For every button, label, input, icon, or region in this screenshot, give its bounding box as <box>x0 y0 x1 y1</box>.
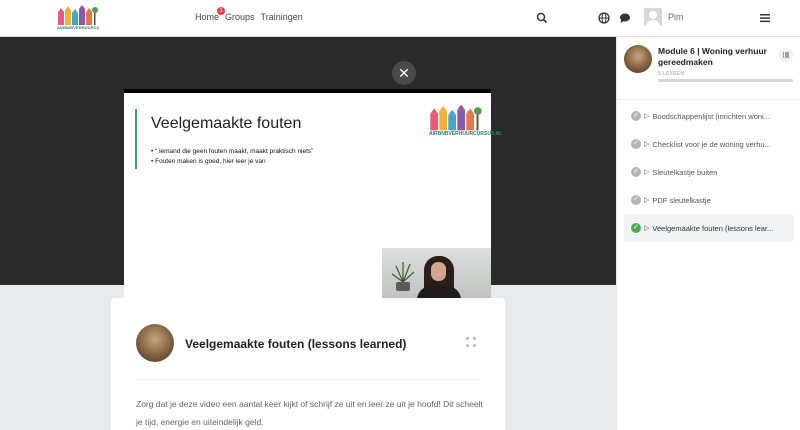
check-icon: ✓ <box>631 111 641 121</box>
lesson-item-label: Boodschappenlijst (inrichten woni... <box>652 111 770 121</box>
nav-home-label: Home <box>195 12 220 22</box>
lesson-item-label: PDF sleutelkastje <box>652 195 711 205</box>
lesson-description: Zorg dat je deze video een aantal keer k… <box>136 399 483 427</box>
list-icon[interactable] <box>779 48 793 62</box>
globe-icon[interactable] <box>598 12 610 24</box>
search-icon[interactable] <box>536 12 548 24</box>
module-sidebar: Module 6 | Woning verhuur gereedmaken 5 … <box>616 37 800 430</box>
video-player[interactable]: Veelgemaakte fouten “ iemand die geen fo… <box>124 89 502 310</box>
nav-trainingen[interactable]: Trainingen <box>261 12 303 22</box>
check-icon: ✓ <box>631 167 641 177</box>
video-area: ✕ Veelgemaakte fouten “ iemand die geen … <box>0 37 616 310</box>
lesson-item[interactable]: ✓ ▷ Boodschappenlijst (inrichten woni... <box>624 102 794 130</box>
lesson-item-label: Veelgemaakte fouten (lessons lear... <box>652 223 774 233</box>
houses-logo-icon <box>58 5 98 25</box>
module-title: Module 6 | Woning verhuur gereedmaken <box>658 46 767 67</box>
module-progress-bar <box>658 79 793 82</box>
slide-brand: AIRBNBVERHUURCURSUS.NL <box>429 131 503 137</box>
lesson-list: ✓ ▷ Boodschappenlijst (inrichten woni...… <box>624 102 794 242</box>
author-avatar <box>136 324 174 362</box>
hamburger-menu-icon[interactable] <box>759 12 771 24</box>
expand-icon[interactable] <box>464 335 478 349</box>
slide-bullets: “ iemand die geen fouten maakt, maakt pr… <box>151 148 313 168</box>
play-icon: ▷ <box>644 169 650 176</box>
slide-accent-bar <box>135 109 137 169</box>
close-icon[interactable]: ✕ <box>392 61 416 85</box>
lesson-item[interactable]: ✓ ▷ Sleutelkastje buiten <box>624 158 794 186</box>
notification-badge: 1 <box>217 7 226 15</box>
module-lesson-count: 5 LESSEN <box>658 71 685 77</box>
lesson-item-label: Checklist voor je de woning verhu... <box>652 139 771 149</box>
lesson-item[interactable]: ✓ ▷ Checklist voor je de woning verhu... <box>624 130 794 158</box>
play-icon: ▷ <box>644 141 650 148</box>
user-avatar <box>644 8 662 26</box>
lesson-card: Veelgemaakte fouten (lessons learned) Zo… <box>111 298 505 430</box>
divider <box>136 379 480 380</box>
lesson-title: Veelgemaakte fouten (lessons learned) <box>185 337 407 351</box>
houses-logo-icon <box>430 104 482 131</box>
check-icon: ✓ <box>631 139 641 149</box>
plant-icon <box>391 262 415 291</box>
check-icon: ✓ <box>631 195 641 205</box>
play-icon: ▷ <box>644 197 650 204</box>
chat-icon[interactable] <box>619 12 631 24</box>
check-icon: ✓ <box>631 223 641 233</box>
slide-bullet: “ iemand die geen fouten maakt, maakt pr… <box>151 148 313 155</box>
brand-name: AIRBNBVERHUURCURSUS.NL <box>57 25 99 30</box>
lesson-item[interactable]: ✓ ▷ PDF sleutelkastje <box>624 186 794 214</box>
slide-title: Veelgemaakte fouten <box>151 115 302 132</box>
play-icon: ▷ <box>644 225 650 232</box>
module-avatar <box>624 45 652 73</box>
lesson-item-active[interactable]: ✓ ▷ Veelgemaakte fouten (lessons lear... <box>624 214 794 242</box>
nav-home[interactable]: Home 1 <box>195 7 226 22</box>
slide-bullet: Fouten maken is goed, hier leer je van <box>151 158 313 165</box>
play-icon: ▷ <box>644 113 650 120</box>
site-logo[interactable]: AIRBNBVERHUURCURSUS.NL <box>57 5 99 32</box>
lesson-item-label: Sleutelkastje buiten <box>652 167 718 177</box>
nav-groups[interactable]: Groups <box>225 12 255 22</box>
user-menu[interactable]: Pim <box>644 8 684 26</box>
divider <box>617 99 800 100</box>
user-name: Pim <box>668 12 684 22</box>
main-nav: Home 1 Groups Trainingen <box>195 7 303 22</box>
slide-logo: AIRBNBVERHUURCURSUS.NL <box>429 104 502 138</box>
top-bar: AIRBNBVERHUURCURSUS.NL Home 1 Groups Tra… <box>0 0 800 37</box>
